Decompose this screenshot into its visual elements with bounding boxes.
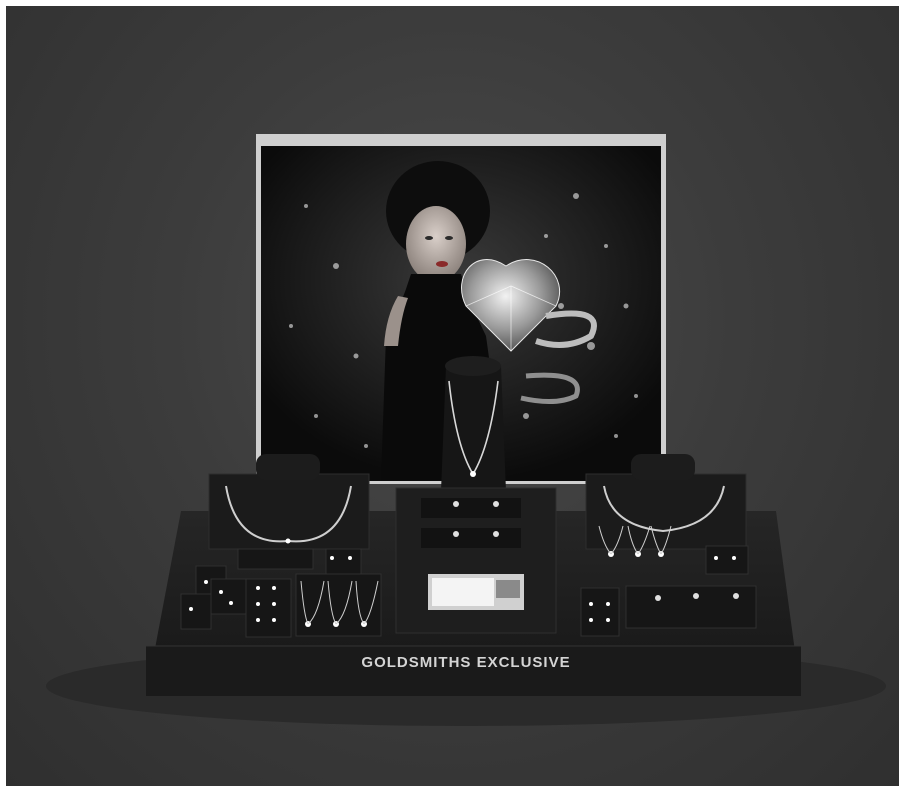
centre-pedestal — [395, 487, 557, 634]
product-render: GOLDSMITHS EXCLUSIVE — [6, 6, 899, 786]
centre-bust — [441, 356, 506, 491]
brand-logo-text: GOLDSMITHS EXCLUSIVE — [361, 654, 571, 671]
